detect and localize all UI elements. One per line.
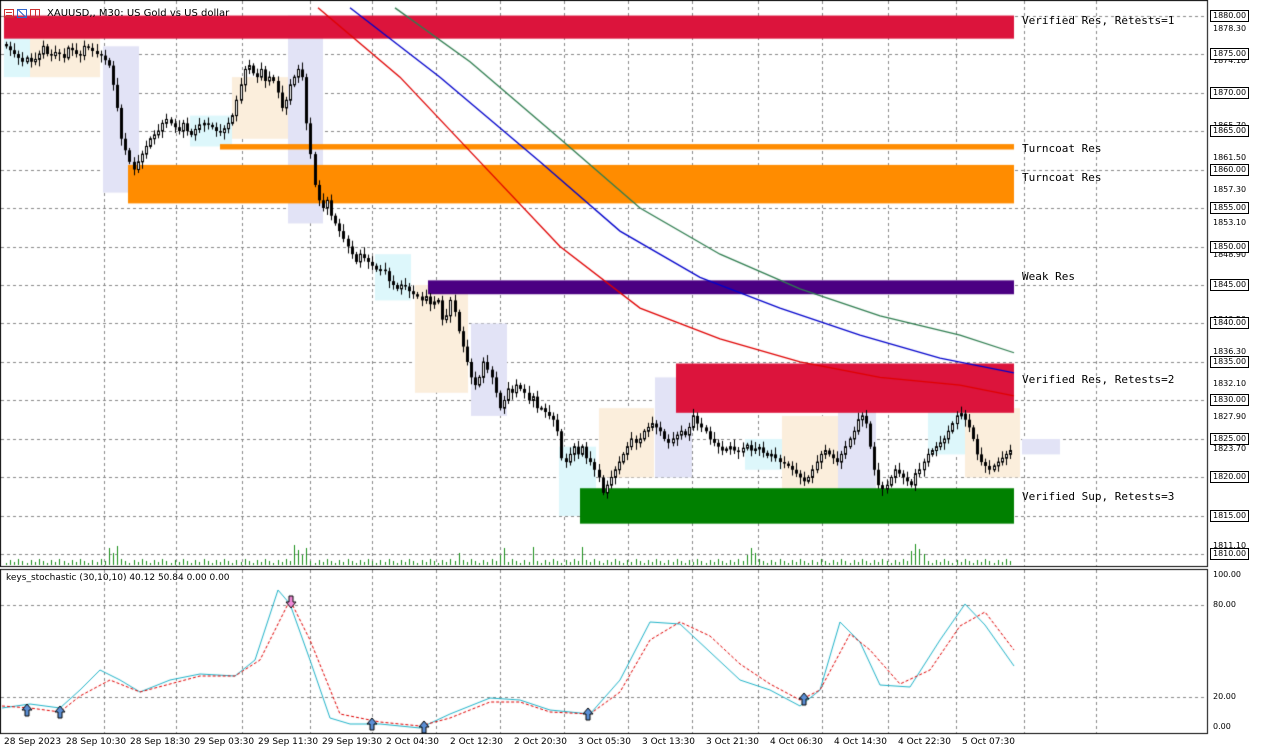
- zone-label: Verified Res, Retests=2: [1022, 373, 1175, 386]
- time-axis-label: 2 Oct 20:30: [514, 737, 567, 747]
- time-axis-label: 3 Oct 13:30: [642, 737, 695, 747]
- chart-title: XAUUSD,, M30: US Gold vs US dollar: [47, 7, 230, 19]
- time-axis-label: 3 Oct 05:30: [578, 737, 631, 747]
- time-axis-label: 29 Sep 03:30: [194, 737, 255, 747]
- indicator-axis-label: 100.00: [1213, 570, 1241, 579]
- price-grid-label: 1835.00: [1210, 355, 1250, 368]
- price-grid-label: 1875.00: [1210, 48, 1250, 61]
- zone-label: Turncoat Res: [1022, 142, 1102, 155]
- zone-label: Turncoat Res: [1022, 171, 1102, 184]
- price-grid-label: 1815.00: [1210, 509, 1250, 522]
- time-axis-label: 2 Oct 04:30: [386, 737, 439, 747]
- price-axis-label: 1827.90: [1213, 411, 1247, 421]
- price-grid-label: 1850.00: [1210, 240, 1250, 253]
- chart-header: XAUUSD,, M30: US Gold vs US dollar: [4, 5, 229, 21]
- time-axis-label: 2 Oct 12:30: [450, 737, 503, 747]
- price-grid-label: 1825.00: [1210, 432, 1250, 445]
- price-axis-label: 1861.50: [1213, 152, 1247, 162]
- time-axis-label: 4 Oct 06:30: [770, 737, 823, 747]
- price-axis-label: 1832.10: [1213, 379, 1247, 389]
- price-grid-label: 1830.00: [1210, 394, 1250, 407]
- price-grid-label: 1870.00: [1210, 86, 1250, 99]
- zone-label: Weak Res: [1022, 270, 1075, 283]
- zone-label: Verified Sup, Retests=3: [1022, 490, 1175, 503]
- indicator-label: keys_stochastic (30,10,10) 40.12 50.84 0…: [6, 573, 230, 583]
- time-axis-label: 28 Sep 2023: [4, 737, 62, 747]
- time-axis-label: 3 Oct 21:30: [706, 737, 759, 747]
- time-axis-label: 5 Oct 07:30: [962, 737, 1015, 747]
- price-grid-label: 1880.00: [1210, 9, 1250, 22]
- price-grid-label: 1865.00: [1210, 125, 1250, 138]
- price-grid-label: 1845.00: [1210, 279, 1250, 291]
- time-axis-label: 29 Sep 19:30: [322, 737, 383, 747]
- price-grid-label: 1855.00: [1210, 202, 1250, 214]
- price-grid-label: 1860.00: [1210, 163, 1250, 176]
- zone-label: Verified Res, Retests=1: [1022, 14, 1175, 27]
- price-grid-label: 1840.00: [1210, 317, 1250, 330]
- time-axis-label: 4 Oct 14:30: [834, 737, 887, 747]
- chart-trend-icon[interactable]: [17, 8, 27, 18]
- price-grid-label: 1810.00: [1210, 548, 1250, 561]
- chart-menu-icon[interactable]: [4, 8, 14, 18]
- price-axis-label: 1878.30: [1213, 23, 1247, 33]
- indicator-axis-label: 80.00: [1213, 600, 1236, 610]
- time-axis-label: 4 Oct 22:30: [898, 737, 951, 747]
- chart-settings-icon[interactable]: [30, 8, 40, 18]
- time-axis-label: 28 Sep 10:30: [66, 737, 127, 747]
- price-axis-label: 1857.30: [1213, 185, 1247, 195]
- time-axis-label: 28 Sep 18:30: [130, 737, 191, 747]
- time-axis-label: 29 Sep 11:30: [258, 737, 319, 747]
- indicator-axis-label: 0.00: [1213, 722, 1231, 731]
- price-axis-label: 1853.10: [1213, 217, 1247, 227]
- price-axis-label: 1823.70: [1213, 443, 1247, 453]
- price-grid-label: 1820.00: [1210, 471, 1250, 484]
- indicator-axis-label: 20.00: [1213, 691, 1236, 701]
